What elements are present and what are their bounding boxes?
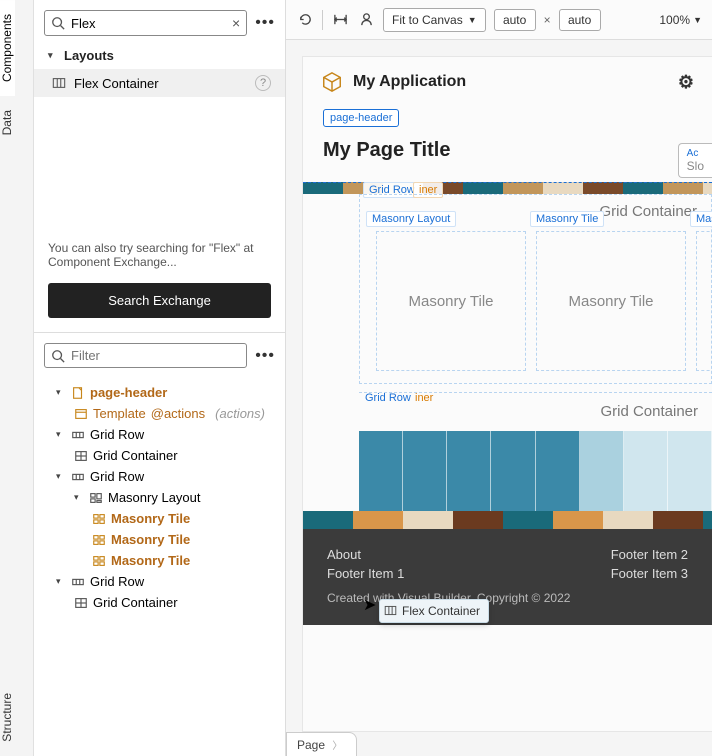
iner-tag[interactable]: iner	[415, 392, 433, 404]
grid-row-icon	[71, 575, 85, 589]
fragment-icon	[71, 386, 85, 400]
tree-masonry-layout[interactable]: ▾ Masonry Layout	[34, 487, 285, 508]
flex-container-icon	[52, 76, 66, 90]
tree-grid-row[interactable]: ▾ Grid Row	[34, 571, 285, 592]
user-icon[interactable]	[357, 11, 375, 29]
zoom-select[interactable]: 100% ▼	[659, 13, 702, 27]
masonry-layout-tag[interactable]: Masonry Layout	[366, 211, 456, 227]
exchange-hint: You can also try searching for "Flex" at…	[34, 227, 285, 277]
tree-grid-container[interactable]: Grid Container	[34, 445, 285, 466]
chevron-right-icon: 〉	[332, 741, 342, 752]
width-input[interactable]: auto	[494, 9, 536, 31]
tile-icon	[92, 533, 106, 547]
chevron-down-icon: ▾	[56, 429, 66, 440]
template-icon	[74, 407, 88, 421]
app-logo-icon	[321, 71, 343, 93]
filter-more-menu[interactable]: •••	[255, 347, 275, 365]
fit-to-canvas[interactable]: Fit to Canvas ▼	[383, 8, 486, 32]
masonry-icon	[89, 491, 103, 505]
canvas-toolbar: Fit to Canvas ▼ auto × auto 100% ▼	[286, 0, 712, 40]
grid-container-icon	[74, 449, 88, 463]
masonry-tile[interactable]: Masonry Tile	[536, 231, 686, 371]
chevron-down-icon: ▾	[56, 471, 66, 482]
chevron-down-icon: ▾	[56, 387, 66, 398]
cursor-icon: ➤	[363, 595, 376, 615]
masonry-tile-tag[interactable]: Maso	[690, 211, 712, 227]
clear-search-icon[interactable]: ×	[232, 15, 240, 31]
chevron-down-icon: ▾	[48, 50, 58, 61]
tree-template-actions[interactable]: Template @actions (actions)	[34, 403, 285, 424]
chevron-down-icon: ▼	[693, 15, 702, 25]
width-icon[interactable]	[331, 11, 349, 29]
app-header: My Application ⚙	[303, 57, 712, 107]
chevron-down-icon: ▾	[56, 576, 66, 587]
flex-container-icon	[384, 604, 397, 620]
height-input[interactable]: auto	[559, 9, 601, 31]
tile-icon	[92, 512, 106, 526]
grid-container[interactable]: Grid Row iner Grid Container	[359, 392, 712, 511]
grid-container[interactable]: Grid Container Masonry Layout Masonry Ti…	[359, 194, 712, 384]
grid-bars	[359, 431, 712, 511]
search-more-menu[interactable]: •••	[255, 14, 275, 32]
grid-row-tag[interactable]: Grid Row	[365, 392, 411, 404]
refresh-icon[interactable]	[296, 11, 314, 29]
page-title: My Page Title	[303, 135, 712, 182]
tree-grid-row[interactable]: ▾ Grid Row	[34, 424, 285, 445]
rail-tab-components[interactable]: Components	[0, 0, 15, 96]
grid-row-icon	[71, 428, 85, 442]
search-icon	[51, 349, 65, 363]
masonry-tile[interactable]: Masonry Tile	[376, 231, 526, 371]
actions-slot[interactable]: Ac Slo	[678, 143, 712, 178]
tile-icon	[92, 554, 106, 568]
page-header-tag[interactable]: page-header	[323, 109, 399, 127]
tree-page-header[interactable]: ▾ page-header	[34, 382, 285, 403]
masonry-tile[interactable]	[696, 231, 712, 371]
chevron-down-icon: ▾	[74, 492, 84, 503]
chevron-down-icon: ▼	[468, 15, 477, 25]
grid-container-icon	[74, 596, 88, 610]
grid-row-icon	[71, 470, 85, 484]
structure-filter[interactable]	[44, 343, 247, 368]
tree-masonry-tile[interactable]: Masonry Tile	[34, 550, 285, 571]
structure-filter-input[interactable]	[71, 348, 240, 363]
component-search-input[interactable]	[71, 16, 226, 31]
category-layouts[interactable]: ▾ Layouts	[34, 42, 285, 69]
result-flex-container[interactable]: Flex Container ?	[34, 69, 285, 97]
masonry-tile-tag[interactable]: Masonry Tile	[530, 211, 604, 227]
search-exchange-button[interactable]: Search Exchange	[48, 283, 271, 318]
tree-masonry-tile[interactable]: Masonry Tile	[34, 508, 285, 529]
tree-grid-row[interactable]: ▾ Grid Row	[34, 466, 285, 487]
rail-tab-data[interactable]: Data	[0, 96, 15, 149]
drag-preview: Flex Container	[379, 599, 489, 623]
tree-grid-container[interactable]: Grid Container	[34, 592, 285, 613]
component-search[interactable]: ×	[44, 10, 247, 36]
gear-icon[interactable]: ⚙	[678, 72, 694, 93]
design-canvas[interactable]: My Application ⚙ page-header Ac Slo My P…	[302, 56, 712, 732]
rail-tab-structure[interactable]: Structure	[0, 679, 15, 756]
page-tab[interactable]: Page 〉	[286, 732, 357, 756]
tree-masonry-tile[interactable]: Masonry Tile	[34, 529, 285, 550]
help-icon[interactable]: ?	[255, 75, 271, 91]
search-icon	[51, 16, 65, 30]
